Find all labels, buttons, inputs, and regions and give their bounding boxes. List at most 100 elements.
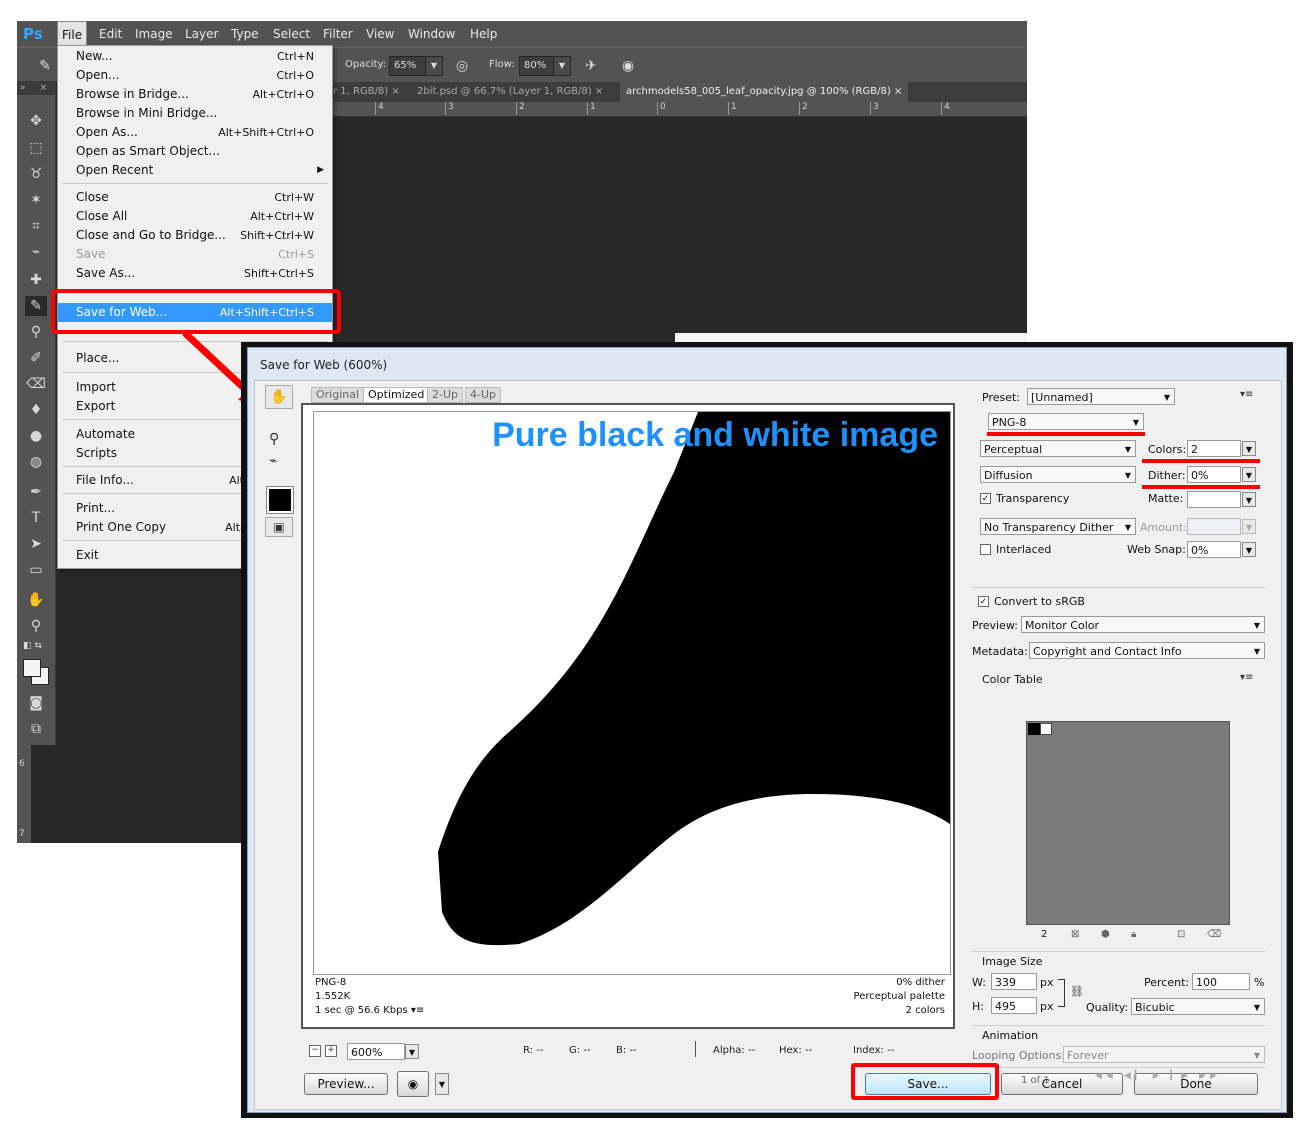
reduction-select[interactable]: Perceptual ▼ — [980, 440, 1136, 457]
websnap-input[interactable]: 0% — [1187, 541, 1241, 558]
dither-input[interactable]: 0% — [1187, 466, 1241, 483]
magic-wand-tool-icon[interactable]: ✶ — [25, 190, 47, 210]
dither-dropdown-icon[interactable]: ▼ — [1242, 467, 1256, 482]
lasso-tool-icon[interactable]: ♉ — [25, 164, 47, 184]
menu-item-open-as-smart-object[interactable]: Open as Smart Object... — [58, 142, 332, 161]
menu-item-new[interactable]: New... Ctrl+N — [58, 47, 332, 66]
doc-tab-3[interactable]: archmodels58_005_leaf_opacity.jpg @ 100%… — [620, 82, 909, 102]
zoom-dropdown-icon[interactable]: ▼ — [405, 1044, 419, 1059]
close-icon[interactable]: × — [894, 86, 902, 97]
preview-button[interactable]: Preview... — [304, 1073, 388, 1095]
map-to-transparent-icon[interactable]: ⊠ — [1071, 929, 1079, 940]
preview-canvas[interactable]: Pure black and white image — [313, 411, 951, 975]
new-color-icon[interactable]: ⊡ — [1177, 929, 1185, 940]
rectangle-tool-icon[interactable]: ▭ — [25, 560, 47, 580]
blur-tool-icon[interactable]: ● — [25, 426, 47, 446]
paint-bucket-tool-icon[interactable]: ♦ — [25, 400, 47, 420]
color-swatch-white[interactable] — [1040, 723, 1052, 735]
eyedropper-tool-icon[interactable]: ⌁ — [269, 453, 277, 469]
menu-file[interactable]: File — [57, 21, 88, 48]
eraser-tool-icon[interactable]: ⌫ — [25, 374, 47, 394]
convert-srgb-checkbox[interactable]: ✓ — [978, 596, 989, 607]
matte-dropdown-icon[interactable]: ▼ — [1242, 492, 1256, 507]
metadata-select[interactable]: Copyright and Contact Info ▼ — [1029, 642, 1265, 659]
color-table-menu-icon[interactable]: ▾≡ — [1240, 672, 1253, 683]
preset-select[interactable]: [Unnamed] ▼ — [1027, 388, 1175, 405]
flow-dropdown-icon[interactable]: ▼ — [553, 56, 571, 76]
menu-item-open-as[interactable]: Open As... Alt+Shift+Ctrl+O — [58, 123, 332, 142]
clone-stamp-tool-icon[interactable]: ⚲ — [25, 322, 47, 342]
browser-dropdown-icon[interactable]: ▼ — [435, 1073, 449, 1095]
panel-menu-icon[interactable]: ▾≡ — [1240, 389, 1253, 400]
format-select[interactable]: PNG-8 ▼ — [988, 413, 1144, 430]
airbrush-pressure-icon[interactable]: ◎ — [452, 56, 472, 76]
zoom-tool-icon[interactable]: ⚲ — [269, 431, 279, 447]
marquee-tool-icon[interactable]: ⬚ — [25, 138, 47, 158]
transparency-dither-select[interactable]: No Transparency Dither ▼ — [980, 518, 1136, 535]
transparency-checkbox[interactable]: ✓ — [980, 493, 991, 504]
quick-mask-icon[interactable]: ◙ — [25, 693, 47, 713]
menu-help[interactable]: Help — [466, 21, 501, 47]
colors-input[interactable]: 2 — [1187, 440, 1241, 457]
history-brush-tool-icon[interactable]: ✐ — [25, 348, 47, 368]
menu-filter[interactable]: Filter — [319, 21, 357, 47]
interlaced-checkbox[interactable] — [980, 544, 991, 555]
doc-tab-1[interactable]: r 1, RGB/8) × — [327, 82, 406, 102]
menu-item-close-all[interactable]: Close All Alt+Ctrl+W — [58, 207, 332, 226]
dither-algorithm-select[interactable]: Diffusion ▼ — [980, 466, 1136, 483]
crop-tool-icon[interactable]: ⌗ — [25, 216, 47, 236]
lock-color-icon[interactable]: 🔒︎ — [1131, 929, 1136, 940]
menu-item-open[interactable]: Open... Ctrl+O — [58, 66, 332, 85]
foreground-color-swatch[interactable] — [23, 659, 41, 677]
delete-color-icon[interactable]: ⌫ — [1207, 929, 1221, 940]
matte-input[interactable] — [1187, 491, 1241, 508]
width-input[interactable]: 339 — [991, 973, 1037, 990]
quality-select[interactable]: Bicubic ▼ — [1131, 998, 1265, 1015]
info-download-time[interactable]: 1 sec @ 56.6 Kbps ▾≡ — [315, 1005, 424, 1016]
airbrush-icon[interactable]: ✈ — [581, 56, 601, 76]
height-input[interactable]: 495 — [991, 997, 1037, 1014]
color-swatch-black[interactable] — [1028, 723, 1040, 735]
tools-panel-header[interactable]: » × — [17, 81, 55, 95]
color-table-grid[interactable] — [1026, 721, 1230, 925]
zoom-level-input[interactable]: 600% — [347, 1043, 405, 1060]
eyedropper-tool-icon[interactable]: ⌁ — [25, 242, 47, 262]
path-selection-tool-icon[interactable]: ➤ — [25, 534, 47, 554]
zoom-tool-icon[interactable]: ⚲ — [25, 616, 47, 636]
menu-icon[interactable]: ▾≡ — [411, 1005, 424, 1016]
menu-item-browse-in-bridge[interactable]: Browse in Bridge... Alt+Ctrl+O — [58, 85, 332, 104]
tablet-pressure-icon[interactable]: ◉ — [618, 56, 638, 76]
type-tool-icon[interactable]: T — [25, 508, 47, 528]
websnap-dropdown-icon[interactable]: ▼ — [1242, 542, 1256, 557]
menu-layer[interactable]: Layer — [181, 21, 222, 47]
menu-image[interactable]: Image — [131, 21, 177, 47]
menu-view[interactable]: View — [362, 21, 398, 47]
hand-tool-icon[interactable]: ✋ — [25, 590, 47, 610]
brush-tool-icon[interactable]: ✎ — [25, 296, 47, 316]
menu-item-close-and-go-to-bridge[interactable]: Close and Go to Bridge... Shift+Ctrl+W — [58, 226, 332, 245]
opacity-dropdown-icon[interactable]: ▼ — [425, 56, 443, 76]
colors-dropdown-icon[interactable]: ▼ — [1242, 441, 1256, 456]
brush-preset-icon[interactable]: ✎ — [35, 56, 55, 76]
web-shift-icon[interactable]: ⬢ — [1101, 929, 1110, 940]
close-icon[interactable]: × — [391, 86, 399, 97]
menu-item-save-as[interactable]: Save As... Shift+Ctrl+S — [58, 264, 332, 283]
swap-colors-icon[interactable]: ◧ ⇆ — [23, 641, 42, 651]
browser-icon[interactable]: ◉ — [397, 1071, 429, 1097]
menu-item-browse-in-mini-bridge[interactable]: Browse in Mini Bridge... — [58, 104, 332, 123]
pen-tool-icon[interactable]: ✒ — [25, 482, 47, 502]
zoom-in-button[interactable]: + — [325, 1045, 337, 1057]
tab-optimized[interactable]: Optimized — [363, 387, 430, 403]
menu-item-open-recent[interactable]: Open Recent ▶ — [58, 161, 332, 180]
menu-select[interactable]: Select — [269, 21, 314, 47]
doc-tab-2[interactable]: 2bit.psd @ 66.7% (Layer 1, RGB/8) × — [411, 82, 609, 102]
move-tool-icon[interactable]: ✥ — [25, 111, 47, 131]
tab-original[interactable]: Original — [311, 387, 365, 403]
preview-select[interactable]: Monitor Color ▼ — [1021, 616, 1265, 633]
tab-2up[interactable]: 2-Up — [427, 387, 464, 403]
eyedropper-color-swatch[interactable] — [266, 486, 294, 514]
percent-input[interactable]: 100 — [1192, 973, 1250, 990]
opacity-input[interactable]: 65% — [389, 56, 429, 76]
menu-type[interactable]: Type — [227, 21, 263, 47]
menu-item-close[interactable]: Close Ctrl+W — [58, 188, 332, 207]
